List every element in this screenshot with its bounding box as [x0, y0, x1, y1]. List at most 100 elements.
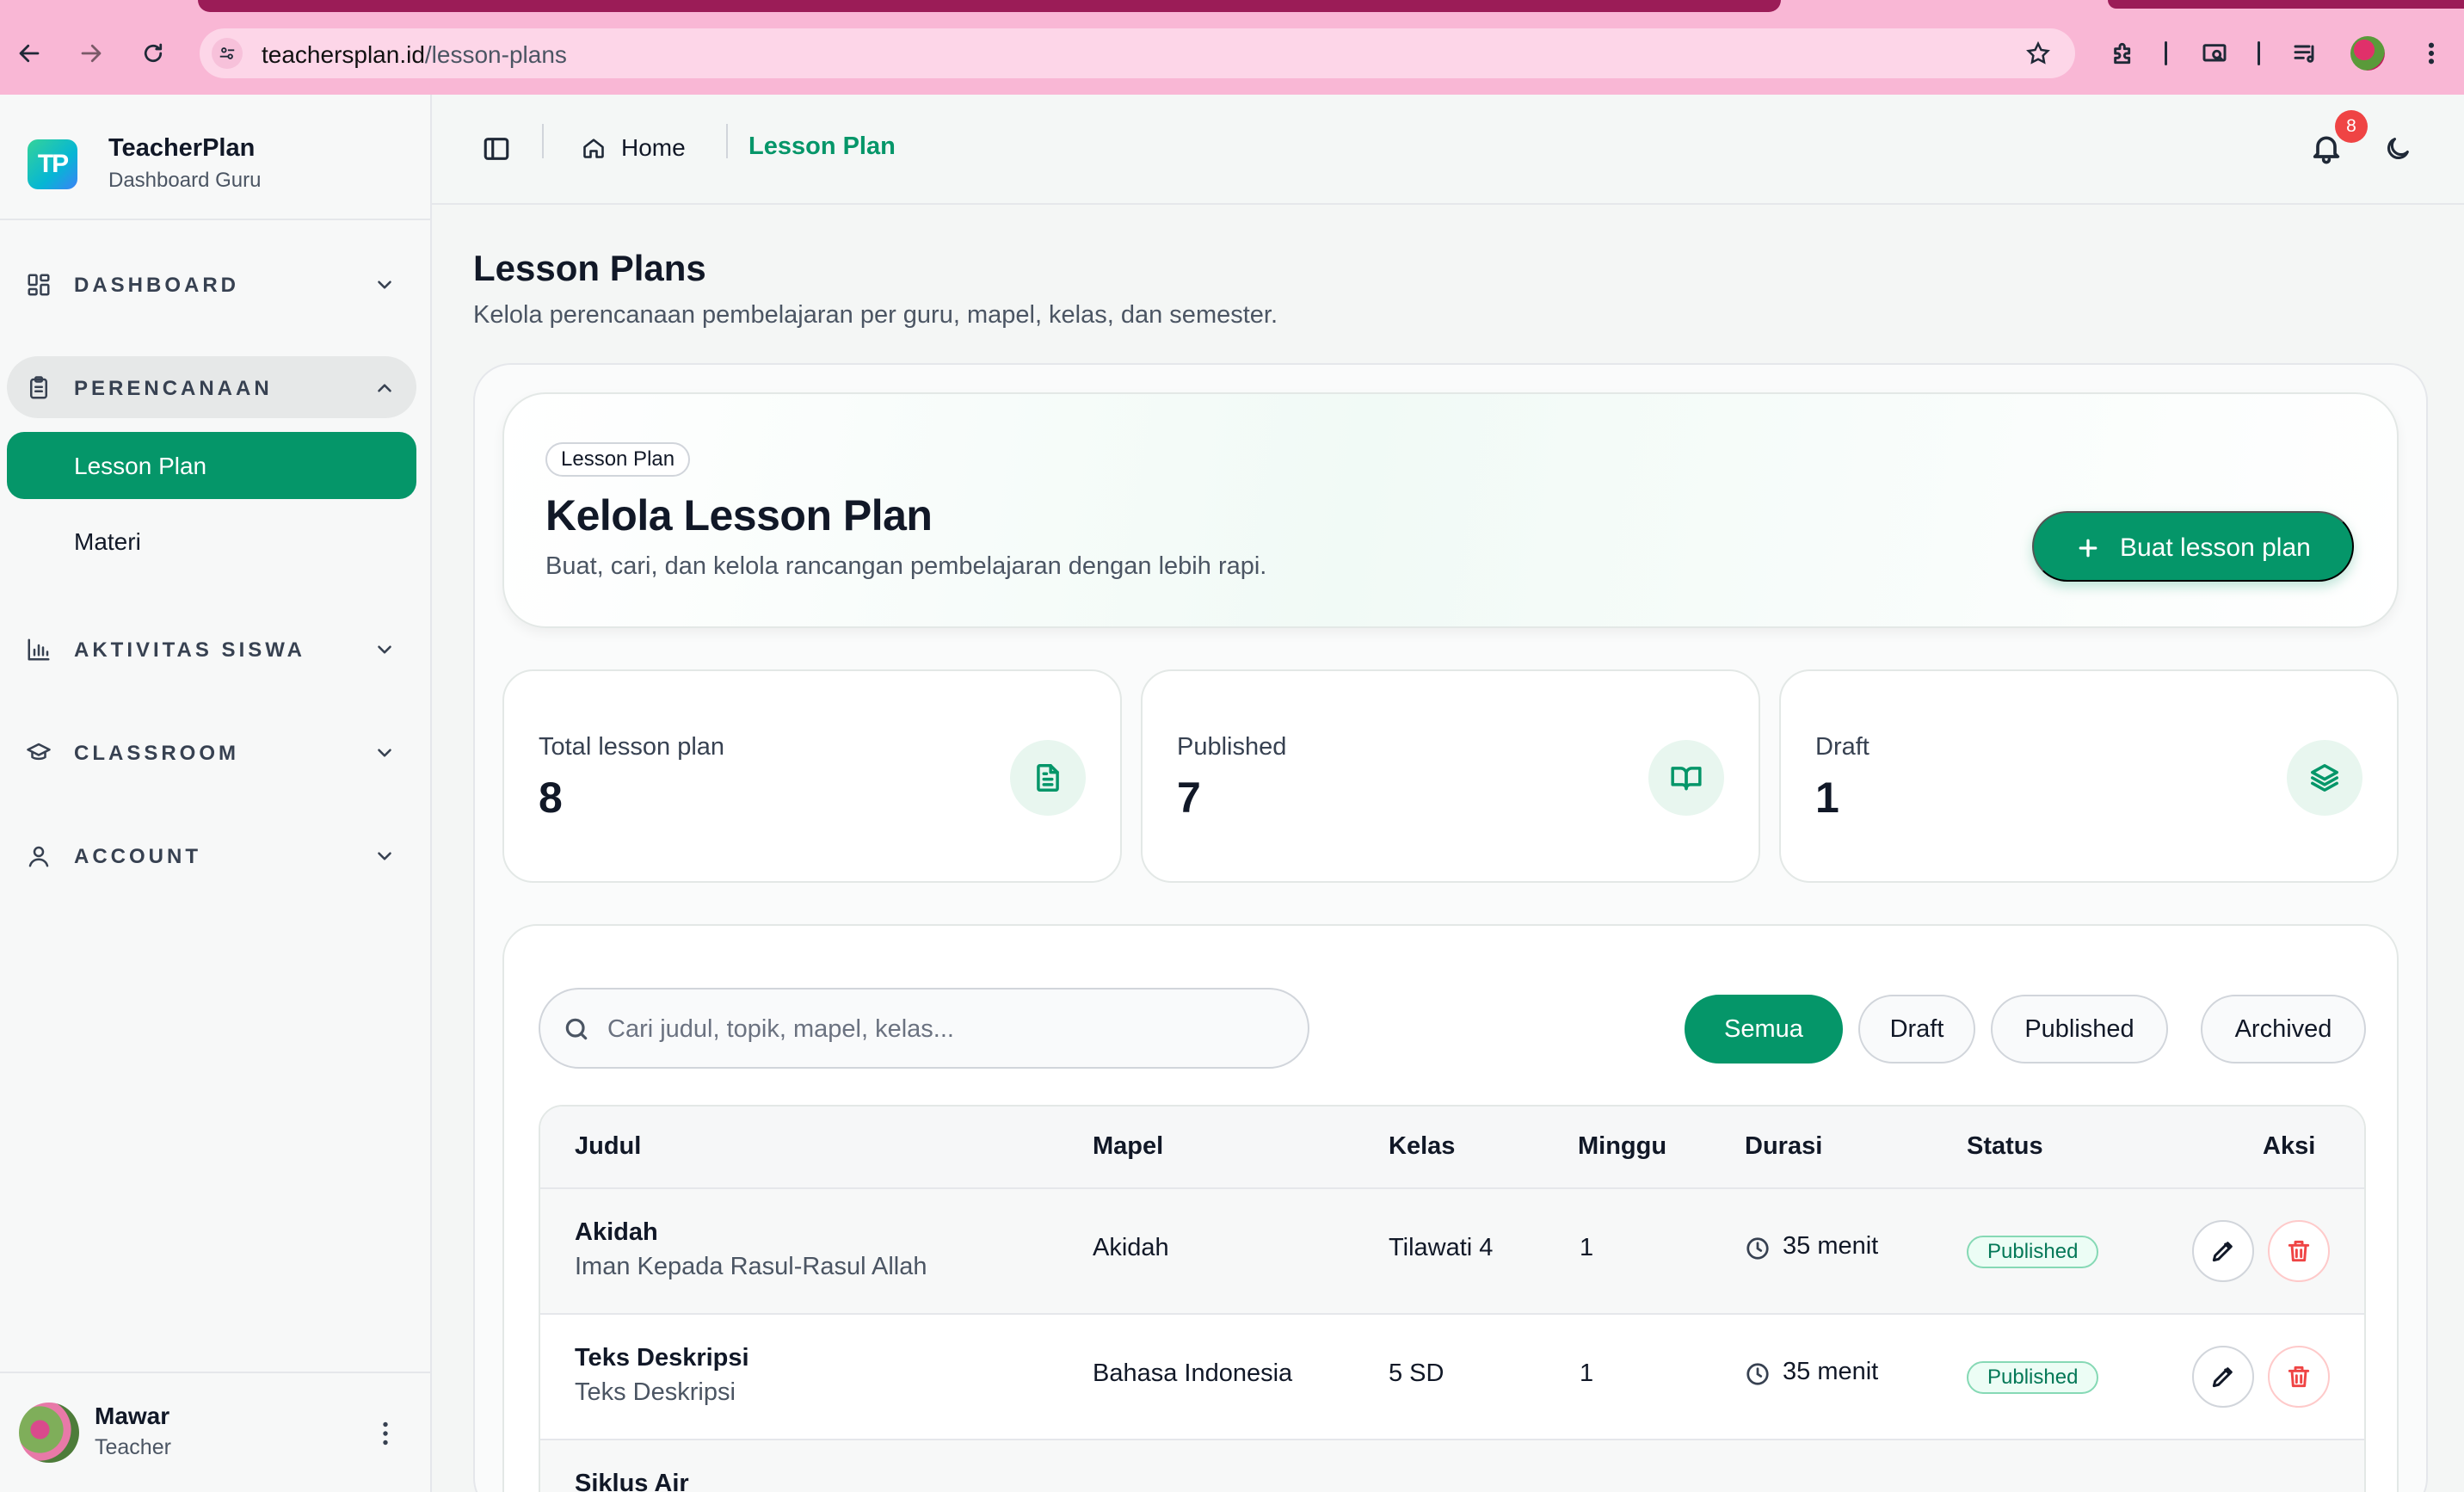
- row-durasi: 35 menit: [1783, 1232, 1879, 1260]
- row-subtitle: Teks Deskripsi: [575, 1378, 736, 1406]
- clipboard-icon: [26, 375, 52, 401]
- page-description: Kelola perencanaan pembelajaran per guru…: [473, 301, 1278, 329]
- row-minggu: 1: [1580, 1234, 1594, 1261]
- sidebar-group-classroom[interactable]: CLASSROOM: [7, 721, 416, 783]
- pencil-icon: [2212, 1242, 2233, 1262]
- hero-card: Lesson Plan Kelola Lesson Plan Buat, car…: [502, 392, 2399, 628]
- reload-icon[interactable]: [132, 33, 174, 74]
- sidebar-item-label: Lesson Plan: [74, 453, 207, 479]
- search-input[interactable]: [607, 1008, 1278, 1050]
- divider: [0, 219, 430, 220]
- layout-grid-icon: [26, 272, 52, 298]
- avatar[interactable]: [19, 1403, 79, 1463]
- sidebar-item-label: Materi: [74, 528, 141, 555]
- table-header: Judul Mapel Kelas Minggu Durasi Status A…: [540, 1107, 2364, 1189]
- browser-profile-avatar[interactable]: [2350, 36, 2385, 71]
- filter-draft[interactable]: Draft: [1858, 995, 1975, 1064]
- column-header-kelas[interactable]: Kelas: [1389, 1132, 1455, 1161]
- divider: [542, 124, 544, 158]
- lesson-plan-table: Judul Mapel Kelas Minggu Durasi Status A…: [539, 1105, 2366, 1492]
- page-title: Lesson Plans: [473, 248, 706, 288]
- stat-card-draft: Draft 1: [1779, 669, 2399, 883]
- site-settings-icon[interactable]: [212, 38, 243, 69]
- url-text[interactable]: teachersplan.id/lesson-plans: [262, 41, 567, 69]
- address-bar[interactable]: teachersplan.id/lesson-plans: [200, 28, 2075, 78]
- sidebar-toggle-icon[interactable]: [482, 134, 513, 165]
- row-title[interactable]: Siklus Air: [575, 1470, 689, 1492]
- row-kelas: Tilawati 4: [1389, 1234, 1494, 1261]
- more-vertical-icon[interactable]: [370, 1418, 401, 1449]
- edit-button[interactable]: [2192, 1220, 2254, 1282]
- delete-button[interactable]: [2268, 1220, 2330, 1282]
- filter-published[interactable]: Published: [1991, 995, 2168, 1064]
- back-icon[interactable]: [9, 33, 50, 74]
- toolbar-separator: [2258, 41, 2260, 65]
- browser-active-tab[interactable]: [198, 0, 1781, 12]
- breadcrumb-home[interactable]: Home: [621, 134, 686, 162]
- column-header-mapel[interactable]: Mapel: [1093, 1132, 1163, 1161]
- browser-menu-icon[interactable]: [2414, 36, 2449, 71]
- breadcrumb-separator: [726, 124, 728, 158]
- clock-icon: [1745, 1236, 1771, 1261]
- forward-icon[interactable]: [71, 33, 112, 74]
- chevron-down-icon: [373, 274, 396, 296]
- button-label: Buat lesson plan: [2120, 533, 2311, 562]
- sidebar-group-dashboard[interactable]: DASHBOARD: [7, 253, 416, 315]
- row-subtitle: Iman Kepada Rasul-Rasul Allah: [575, 1253, 927, 1280]
- filter-semua[interactable]: Semua: [1685, 995, 1843, 1064]
- search-box[interactable]: [539, 988, 1309, 1069]
- extensions-icon[interactable]: [2106, 36, 2141, 71]
- notification-badge: 8: [2335, 110, 2368, 143]
- row-durasi: 35 menit: [1783, 1358, 1879, 1385]
- chevron-down-icon: [373, 742, 396, 764]
- column-header-judul[interactable]: Judul: [575, 1132, 641, 1161]
- sidebar-group-label: PERENCANAAN: [74, 377, 273, 400]
- chevron-down-icon: [373, 845, 396, 867]
- edit-button[interactable]: [2192, 1346, 2254, 1408]
- divider: [0, 1372, 430, 1373]
- sidebar: TP TeacherPlan Dashboard Guru DASHBOARD …: [0, 95, 432, 1492]
- sidebar-item-lesson-plan[interactable]: Lesson Plan: [7, 432, 416, 499]
- moon-icon[interactable]: [2383, 134, 2414, 165]
- delete-button[interactable]: [2268, 1346, 2330, 1408]
- sidebar-group-account[interactable]: ACCOUNT: [7, 824, 416, 886]
- hero-description: Buat, cari, dan kelola rancangan pembela…: [545, 552, 1267, 580]
- table-row[interactable]: Siklus Air: [540, 1440, 2364, 1492]
- table-row[interactable]: Akidah Iman Kepada Rasul-Rasul Allah Aki…: [540, 1189, 2364, 1315]
- row-title[interactable]: Teks Deskripsi: [575, 1344, 749, 1372]
- sidebar-group-aktivitas-siswa[interactable]: AKTIVITAS SISWA: [7, 618, 416, 680]
- stat-label: Total lesson plan: [539, 733, 725, 761]
- sidebar-group-label: AKTIVITAS SISWA: [74, 638, 305, 662]
- breadcrumb-current: Lesson Plan: [748, 133, 896, 160]
- stat-value: 1: [1815, 774, 1839, 822]
- row-kelas: 5 SD: [1389, 1359, 1445, 1387]
- filter-archived[interactable]: Archived: [2201, 995, 2366, 1064]
- media-control-icon[interactable]: [2288, 36, 2323, 71]
- table-row[interactable]: Teks Deskripsi Teks Deskripsi Bahasa Ind…: [540, 1315, 2364, 1440]
- chevron-down-icon: [373, 638, 396, 661]
- user-name: Mawar: [95, 1403, 170, 1429]
- row-mapel: Akidah: [1093, 1234, 1169, 1261]
- row-minggu: 1: [1580, 1359, 1594, 1387]
- create-lesson-plan-button[interactable]: Buat lesson plan: [2032, 511, 2354, 582]
- home-icon[interactable]: [582, 136, 607, 162]
- status-badge: Published: [1967, 1361, 2099, 1394]
- bar-chart-icon: [26, 637, 52, 663]
- sidebar-item-materi[interactable]: Materi: [7, 508, 416, 575]
- column-header-minggu[interactable]: Minggu: [1578, 1132, 1666, 1161]
- pencil-icon: [2212, 1367, 2233, 1388]
- trash-icon: [2288, 1366, 2310, 1388]
- browser-tab[interactable]: [2108, 0, 2464, 9]
- browser-tabstrip: [0, 0, 2464, 14]
- row-title[interactable]: Akidah: [575, 1218, 658, 1247]
- column-header-durasi[interactable]: Durasi: [1745, 1132, 1822, 1161]
- column-header-status[interactable]: Status: [1967, 1132, 2043, 1161]
- brand-name: TeacherPlan: [108, 134, 256, 162]
- stat-card-total: Total lesson plan 8: [502, 669, 1122, 883]
- sidebar-group-perencanaan[interactable]: PERENCANAAN: [7, 356, 416, 418]
- user-icon: [26, 843, 52, 869]
- brand-logo: TP: [28, 139, 77, 189]
- stat-value: 8: [539, 774, 563, 822]
- tab-search-icon[interactable]: [2197, 36, 2232, 71]
- bookmark-star-icon[interactable]: [2025, 40, 2051, 66]
